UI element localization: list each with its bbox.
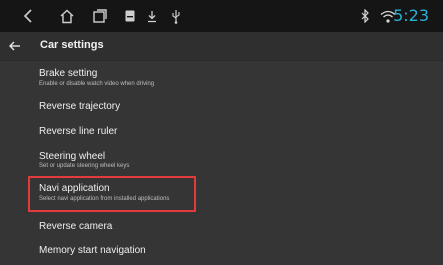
- setting-item-memory-start-navigation[interactable]: Memory start navigation: [0, 244, 443, 258]
- menu-icon[interactable]: [125, 8, 135, 24]
- setting-description: Enable or disable watch video when drivi…: [39, 81, 155, 87]
- back-arrow-icon[interactable]: [8, 39, 22, 53]
- setting-item-reverse-trajectory[interactable]: Reverse trajectory: [0, 100, 443, 114]
- setting-label: Reverse trajectory: [39, 101, 121, 112]
- setting-item-reverse-line-ruler[interactable]: Reverse line ruler: [0, 125, 443, 139]
- recents-icon[interactable]: [93, 8, 107, 24]
- setting-item-steering-wheel[interactable]: Steering wheel Set or update steering wh…: [0, 151, 443, 173]
- setting-label: Brake setting: [39, 68, 98, 79]
- highlight-box: [28, 176, 196, 212]
- page-title: Car settings: [40, 39, 104, 51]
- clock: 5:23: [393, 6, 429, 25]
- home-icon[interactable]: [59, 8, 75, 24]
- setting-label: Memory start navigation: [39, 245, 146, 256]
- setting-label: Reverse line ruler: [39, 126, 118, 137]
- setting-label: Steering wheel: [39, 151, 106, 162]
- usb-icon: [171, 8, 181, 24]
- setting-item-brake[interactable]: Brake setting Enable or disable watch vi…: [0, 68, 443, 90]
- car-settings-screen: 5:23 Car settings Brake setting Enable o…: [0, 0, 443, 265]
- setting-description: Set or update steering wheel keys: [39, 163, 130, 169]
- setting-item-reverse-camera[interactable]: Reverse camera: [0, 220, 443, 234]
- back-chevron-icon[interactable]: [22, 8, 34, 24]
- bluetooth-icon: [360, 8, 370, 24]
- status-bar: 5:23: [0, 0, 443, 32]
- setting-label: Reverse camera: [39, 221, 113, 232]
- download-icon: [147, 8, 157, 24]
- page-header: Car settings: [0, 32, 443, 61]
